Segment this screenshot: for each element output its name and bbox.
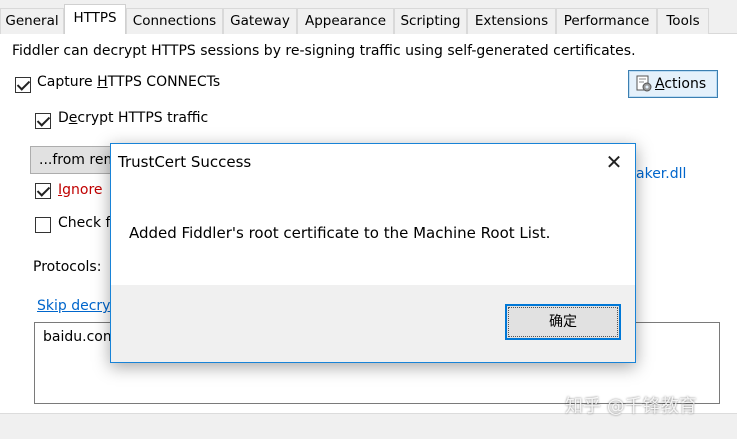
tab-extensions[interactable]: Extensions [467,8,556,34]
tab-tools[interactable]: Tools [657,8,709,34]
tab-appearance[interactable]: Appearance [297,8,394,34]
capture-connects-checkbox[interactable] [15,77,31,93]
dialog-title: TrustCert Success [118,153,252,171]
decrypt-label-pre: D [58,110,69,126]
tab-general[interactable]: General [0,8,64,34]
capture-connects-label[interactable]: Capture HTTPS CONNECTs [37,74,220,90]
decrypt-traffic-label[interactable]: Decrypt HTTPS traffic [58,110,208,126]
trustcert-success-dialog: TrustCert Success ✕ Added Fiddler's root… [110,143,636,363]
https-description: Fiddler can decrypt HTTPS sessions by re… [12,43,636,59]
actions-button[interactable]: Actions [628,70,718,98]
close-icon[interactable]: ✕ [599,148,629,176]
capture-connects-label-pre: Capture [37,74,98,90]
ok-button-focus-ring [508,307,618,337]
certificate-gear-icon [635,75,653,93]
dialog-footer: 确定 [111,285,635,362]
tab-performance[interactable]: Performance [556,8,657,34]
decrypt-traffic-checkbox[interactable] [35,113,51,129]
tab-scripting[interactable]: Scripting [394,8,467,34]
capture-connects-label-post: TTPS CONNECTs [107,74,221,90]
tab-https[interactable]: HTTPS [64,4,126,35]
check-revocation-checkbox[interactable] [35,217,51,233]
actions-label-post: ctions [664,76,707,92]
dialog-message: Added Fiddler's root certificate to the … [129,224,551,242]
capture-connects-accel: H [97,74,108,90]
zhihu-watermark: 知乎 @千锋教育 [565,396,697,417]
options-tab-strip: General HTTPS Connections Gateway Appear… [0,0,737,35]
check-revocation-label[interactable]: Check f [58,215,110,231]
ignore-label-post: gnore [62,182,103,198]
skip-decryption-link[interactable]: Skip decry [37,298,110,314]
tab-gateway[interactable]: Gateway [223,8,297,34]
ignore-cert-errors-checkbox[interactable] [35,183,51,199]
actions-button-label: Actions [655,71,706,97]
ok-button[interactable]: 确定 [505,304,621,340]
actions-accel: A [655,76,665,92]
ignore-cert-errors-label[interactable]: Ignore [58,182,103,198]
cert-maker-link[interactable]: aker.dll [636,166,686,182]
protocols-label: Protocols: [33,259,102,275]
tab-connections[interactable]: Connections [126,8,223,34]
decrypt-label-post: crypt HTTPS traffic [77,110,209,126]
skip-host-entry: baidu.com [43,329,117,345]
